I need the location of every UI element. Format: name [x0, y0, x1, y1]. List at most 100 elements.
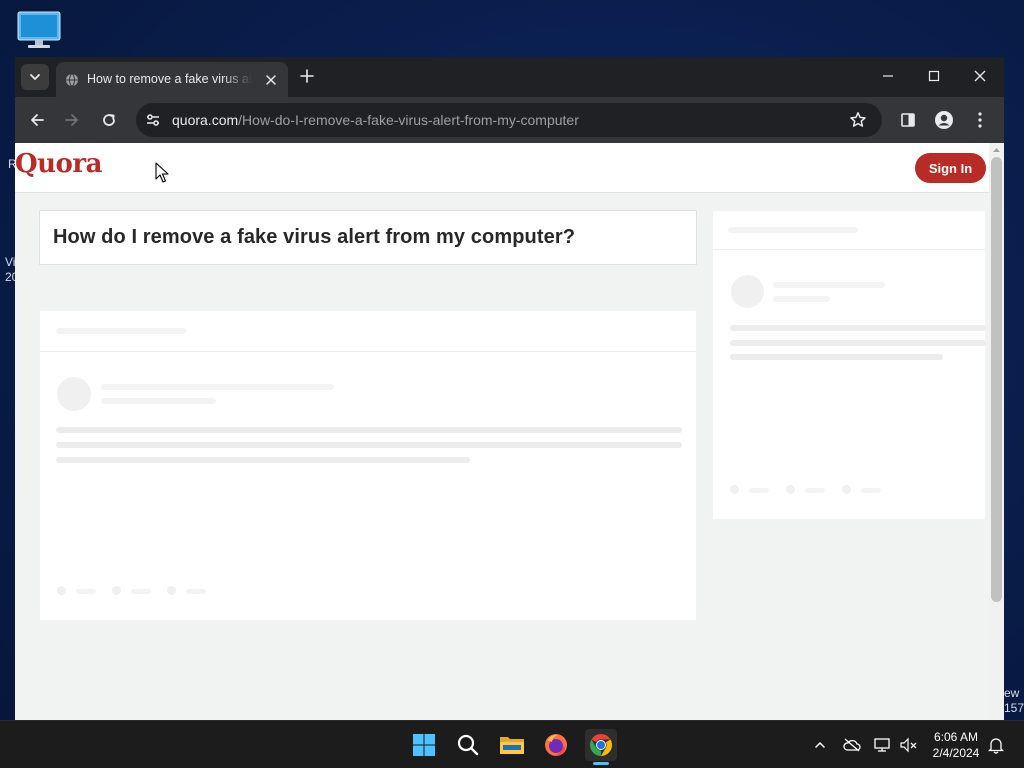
back-button[interactable] — [25, 108, 49, 132]
chrome-button[interactable] — [585, 729, 617, 761]
skeleton-line — [773, 282, 885, 288]
url-host: quora.com — [172, 112, 239, 128]
skeleton-line — [749, 488, 769, 493]
cloud-offline-icon — [843, 738, 861, 752]
page-viewport: Quora Sign In How do I remove a fake vir… — [15, 143, 1004, 720]
skeleton-line — [730, 325, 986, 331]
clock-time: 6:06 AM — [933, 730, 979, 744]
network-button[interactable] — [873, 735, 893, 755]
skeleton-line — [56, 328, 186, 334]
sign-in-button[interactable]: Sign In — [915, 153, 986, 183]
side-panel-button[interactable] — [896, 108, 920, 132]
sidebar-loading-card — [712, 210, 986, 520]
scroll-up-arrow-icon[interactable] — [992, 146, 1001, 154]
skeleton-line — [56, 427, 682, 433]
skeleton-dot — [842, 485, 851, 494]
skeleton-line — [56, 442, 682, 448]
skeleton-avatar — [731, 275, 764, 308]
new-tab-icon[interactable] — [299, 68, 315, 84]
skeleton-line — [728, 227, 858, 233]
address-bar[interactable]: quora.com/How-do-I-remove-a-fake-virus-a… — [136, 103, 882, 137]
scroll-thumb[interactable] — [991, 157, 1002, 602]
skeleton-dot — [57, 586, 66, 595]
volume-muted-icon — [900, 737, 917, 753]
skeleton-avatar — [57, 377, 91, 411]
clock-date: 2/4/2024 — [932, 746, 980, 760]
minimize-icon — [883, 75, 893, 77]
reload-icon — [103, 114, 115, 126]
url-text: quora.com/How-do-I-remove-a-fake-virus-a… — [172, 112, 579, 128]
forward-button[interactable] — [60, 108, 84, 132]
skeleton-line — [76, 589, 96, 594]
browser-toolbar: quora.com/How-do-I-remove-a-fake-virus-a… — [15, 97, 1004, 143]
minimize-button[interactable] — [865, 57, 911, 95]
skeleton-line — [730, 354, 943, 360]
chevron-down-icon — [30, 74, 40, 80]
skeleton-dot — [786, 485, 795, 494]
onedrive-button[interactable] — [842, 735, 862, 755]
skeleton-dot — [167, 586, 176, 595]
browser-window: How to remove a fake virus alert from my… — [15, 57, 1004, 720]
close-tab-icon[interactable] — [263, 72, 279, 88]
search-icon — [457, 734, 479, 756]
close-icon — [974, 70, 986, 82]
skeleton-line — [805, 488, 825, 493]
maximize-icon — [928, 70, 940, 82]
chrome-icon — [590, 734, 612, 756]
skeleton-line — [730, 340, 986, 346]
start-button[interactable] — [408, 729, 440, 761]
show-hidden-icons-button[interactable] — [810, 735, 830, 755]
menu-button[interactable] — [968, 108, 992, 132]
taskbar-search-button[interactable] — [452, 729, 484, 761]
browser-tab[interactable]: How to remove a fake virus alert from my… — [56, 62, 288, 97]
start-icon — [413, 734, 435, 756]
more-vertical-icon — [978, 112, 982, 128]
system-clock[interactable]: 6:06 AM 2/4/2024 — [925, 729, 987, 761]
divider — [40, 351, 696, 352]
side-panel-icon — [901, 113, 915, 127]
skeleton-line — [773, 296, 830, 302]
answer-loading-card — [39, 310, 697, 621]
arrow-right-icon — [65, 114, 78, 126]
arrow-left-icon — [31, 114, 44, 126]
volume-button[interactable] — [899, 735, 919, 755]
file-explorer-button[interactable] — [496, 729, 528, 761]
desktop-monitor-icon[interactable] — [17, 11, 61, 49]
skeleton-line — [861, 488, 881, 493]
reload-button[interactable] — [97, 108, 121, 132]
url-path: /How-do-I-remove-a-fake-virus-alert-from… — [238, 112, 579, 128]
desktop-fragment: Vi — [5, 255, 16, 269]
skeleton-line — [56, 457, 470, 463]
maximize-button[interactable] — [911, 57, 957, 95]
close-window-button[interactable] — [957, 57, 1003, 95]
question-card: How do I remove a fake virus alert from … — [39, 210, 697, 265]
page-scrollbar[interactable] — [989, 143, 1004, 720]
skeleton-dot — [730, 485, 739, 494]
firefox-button[interactable] — [540, 729, 572, 761]
notifications-button[interactable] — [986, 735, 1006, 755]
site-header: Quora Sign In — [15, 143, 989, 193]
profile-button[interactable] — [932, 108, 956, 132]
tab-search-button[interactable] — [21, 64, 49, 90]
active-app-indicator — [593, 762, 609, 765]
divider — [713, 249, 985, 250]
globe-icon — [66, 73, 78, 87]
chevron-up-icon — [815, 741, 825, 748]
skeleton-line — [101, 384, 334, 390]
profile-icon — [935, 111, 953, 129]
skeleton-dot — [112, 586, 121, 595]
firefox-icon — [545, 734, 567, 756]
bookmark-star-icon[interactable] — [849, 111, 867, 129]
skeleton-line — [186, 589, 206, 594]
desktop-fragment: ew — [1004, 686, 1020, 700]
desktop-fragment: 157 — [1004, 701, 1024, 715]
skeleton-line — [101, 398, 216, 404]
quora-logo[interactable]: Quora — [15, 149, 102, 179]
mouse-cursor-icon — [155, 162, 169, 183]
site-info-button[interactable] — [143, 110, 163, 130]
taskbar: 6:06 AM 2/4/2024 — [0, 720, 1024, 768]
tab-title: How to remove a fake virus alert from my… — [87, 72, 252, 86]
question-title: How do I remove a fake virus alert from … — [53, 226, 576, 248]
tune-icon — [147, 114, 159, 126]
bell-icon — [988, 738, 1004, 754]
